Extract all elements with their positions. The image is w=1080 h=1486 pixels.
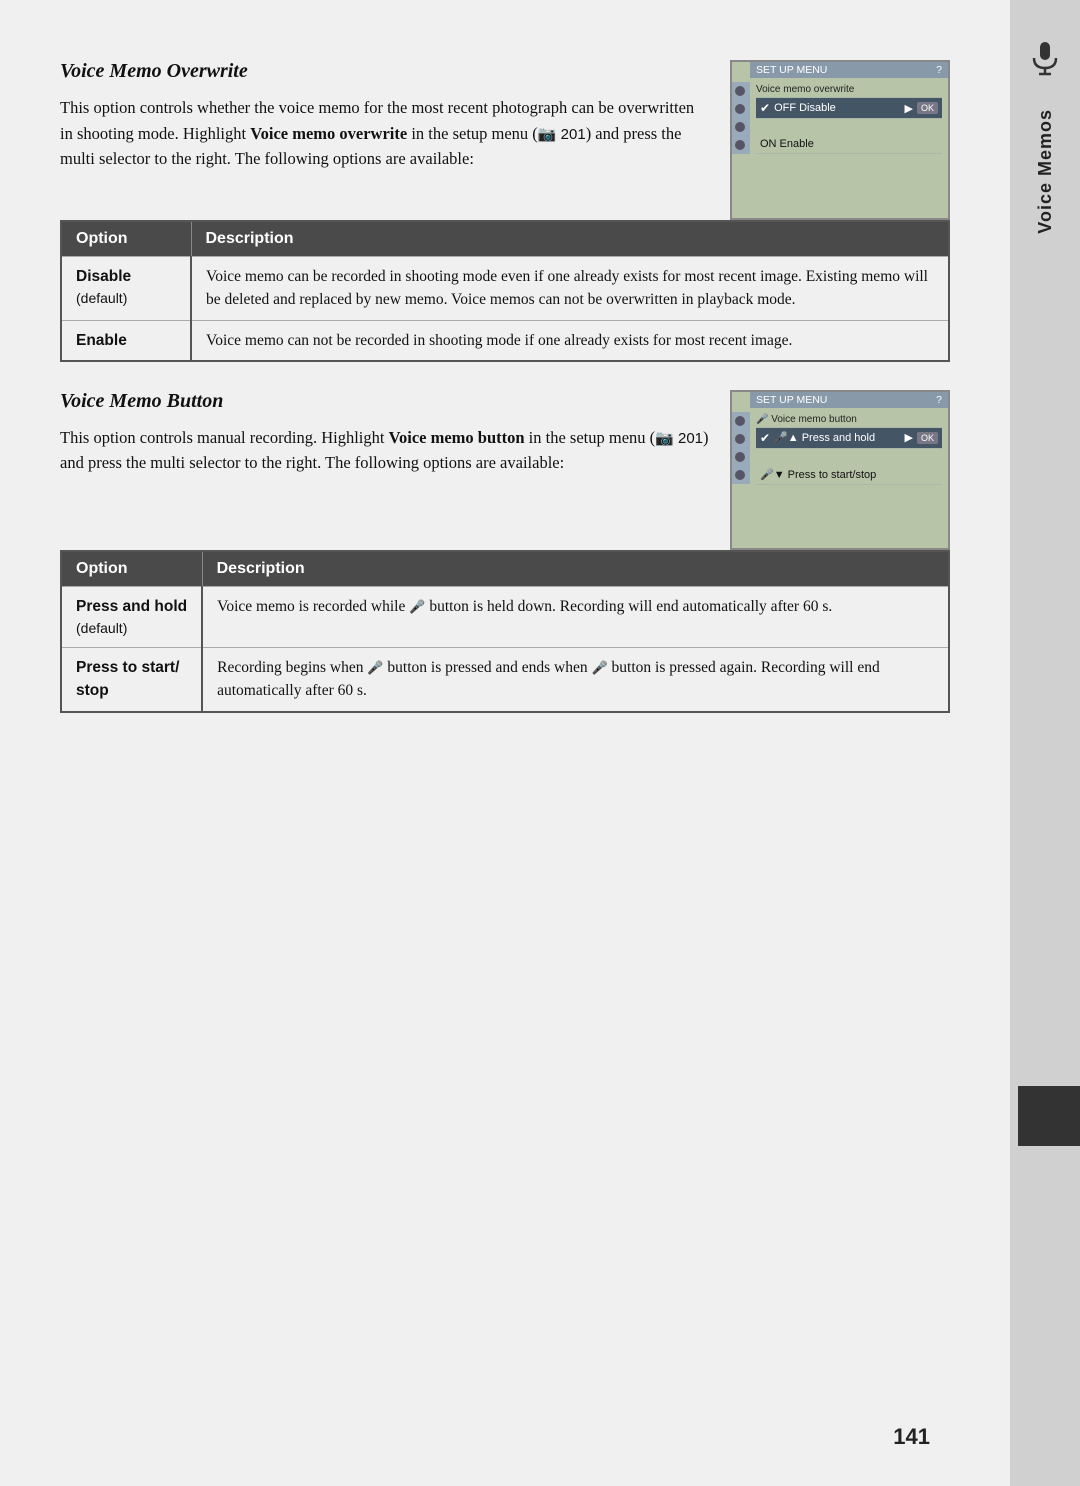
- section1-flex-row: Voice Memo Overwrite This option control…: [60, 60, 950, 220]
- section1-ref: 📷 201: [538, 126, 586, 143]
- table1-row1-sub: (default): [76, 288, 176, 309]
- lcd1-row1: ✔ OFF Disable ▶ OK: [756, 98, 942, 119]
- table1-row2-desc: Voice memo can not be recorded in shooti…: [191, 320, 949, 361]
- table1-row1-option-label: Disable: [76, 268, 131, 285]
- lcd1-spacer: [756, 119, 942, 135]
- table2-row1-desc: Voice memo is recorded while 🎤 button is…: [202, 586, 949, 647]
- lcd1-subtitle: Voice memo overwrite: [756, 82, 942, 98]
- lcd-screen-2: SET UP MENU ? 🎤 Voice memo button ✔ 🎤▲ P…: [730, 390, 950, 550]
- table1-col2-header: Description: [191, 221, 949, 257]
- section1-bold: Voice memo over­write: [250, 124, 407, 143]
- table2-col1-header: Option: [61, 551, 202, 587]
- table1-col1-header: Option: [61, 221, 191, 257]
- table2-row2-option-label: Press to start/stop: [76, 659, 179, 699]
- lcd-icons-left-1: [732, 82, 750, 154]
- section-voice-memo-overwrite: Voice Memo Overwrite This option control…: [60, 60, 950, 362]
- table1-row1-desc: Voice memo can be recorded in shooting m…: [191, 257, 949, 321]
- section1-title: Voice Memo Overwrite: [60, 60, 710, 83]
- lcd1-title-bar: SET UP MENU ?: [750, 62, 948, 78]
- section2-body: This option controls manual recording. H…: [60, 425, 710, 476]
- table2-row1-sub: (default): [76, 618, 187, 639]
- section2-body-text1: This option controls manual recording. H…: [60, 428, 389, 447]
- lcd2-help: ?: [936, 394, 942, 406]
- lcd2-ok: OK: [917, 432, 938, 444]
- lcd1-title: SET UP MENU: [756, 64, 827, 76]
- table2-head: Option Description: [61, 551, 949, 587]
- section2-flex-row: Voice Memo Button This option controls m…: [60, 390, 950, 550]
- table2-row2-option: Press to start/stop: [61, 648, 202, 712]
- table2-row1-option: Press and hold (default): [61, 586, 202, 647]
- table2-row2: Press to start/stop Recording begins whe…: [61, 648, 949, 712]
- microphone-icon: [1027, 40, 1063, 76]
- icon-dot-2: [735, 104, 745, 114]
- lcd2-body: 🎤 Voice memo button ✔ 🎤▲ Press and hold …: [750, 408, 948, 489]
- table2-body: Press and hold (default) Voice memo is r…: [61, 586, 949, 711]
- right-tab: Voice Memos: [1010, 0, 1080, 1486]
- table1-row1-option: Disable (default): [61, 257, 191, 321]
- section2-ref: 📷 201: [655, 430, 703, 447]
- icon-dot-4: [735, 140, 745, 150]
- section2-screen: SET UP MENU ? 🎤 Voice memo button ✔ 🎤▲ P…: [730, 390, 950, 550]
- page-number: 141: [893, 1424, 930, 1450]
- table-1: Option Description Disable (default) Voi…: [60, 220, 950, 362]
- lcd2-title-bar: SET UP MENU ?: [750, 392, 948, 408]
- lcd2-row2: 🎤▼ Press to start/stop: [756, 465, 942, 485]
- table1-row1: Disable (default) Voice memo can be reco…: [61, 257, 949, 321]
- lcd-screen-1: SET UP MENU ? Voice memo overwrite ✔ OFF…: [730, 60, 950, 220]
- lcd1-ok: OK: [917, 102, 938, 114]
- section2-title: Voice Memo Button: [60, 390, 710, 413]
- section1-body: This option controls whether the voice m…: [60, 95, 710, 172]
- table2-head-row: Option Description: [61, 551, 949, 587]
- section1-text: Voice Memo Overwrite This option control…: [60, 60, 710, 186]
- table-2: Option Description Press and hold (defau…: [60, 550, 950, 713]
- icon-dot-1: [735, 86, 745, 96]
- icon-dot-3: [735, 122, 745, 132]
- mic-icon-inline-2: 🎤: [367, 660, 383, 675]
- table1-row2: Enable Voice memo can not be recorded in…: [61, 320, 949, 361]
- mic-tab-icon: [1027, 40, 1063, 89]
- lcd-icons-left-2: [732, 412, 750, 484]
- mic-icon-inline-3: 🎤: [591, 660, 607, 675]
- icon-dot-8: [735, 470, 745, 480]
- lcd1-row1-label: OFF Disable: [774, 102, 836, 114]
- table2-row1: Press and hold (default) Voice memo is r…: [61, 586, 949, 647]
- lcd2-spacer: [756, 449, 942, 465]
- mic-icon-inline-1: 🎤: [409, 599, 425, 614]
- lcd2-row1-label: 🎤▲ Press and hold: [774, 431, 875, 444]
- lcd1-help: ?: [936, 64, 942, 76]
- lcd1-body: Voice memo overwrite ✔ OFF Disable ▶ OK …: [750, 78, 948, 158]
- icon-dot-6: [735, 434, 745, 444]
- lcd2-check: ✔: [760, 431, 770, 445]
- lcd1-row2: ON Enable: [756, 135, 942, 154]
- table2-col2-header: Description: [202, 551, 949, 587]
- section-voice-memo-button: Voice Memo Button This option controls m…: [60, 390, 950, 713]
- lcd1-arrow: ▶: [905, 102, 913, 115]
- lcd2-subtitle: 🎤 Voice memo button: [756, 412, 942, 428]
- lcd2-arrow: ▶: [905, 431, 913, 444]
- table2-row1-option-label: Press and hold: [76, 598, 187, 615]
- section1-body-text2: in the setup menu (: [407, 124, 538, 143]
- table1-head-row: Option Description: [61, 221, 949, 257]
- table1-row2-option-label: Enable: [76, 332, 127, 349]
- lcd2-title: SET UP MENU: [756, 394, 827, 406]
- tab-label-voice-memos: Voice Memos: [1035, 109, 1056, 234]
- icon-dot-5: [735, 416, 745, 426]
- icon-dot-7: [735, 452, 745, 462]
- section2-bold: Voice memo button: [389, 428, 525, 447]
- table1-row2-option: Enable: [61, 320, 191, 361]
- page-container: Voice Memo Overwrite This option control…: [0, 0, 1010, 1486]
- section2-text: Voice Memo Button This option controls m…: [60, 390, 710, 490]
- lcd1-row2-label: ON Enable: [760, 138, 814, 150]
- section2-body-text2: in the setup menu (: [525, 428, 656, 447]
- table1-body: Disable (default) Voice memo can be reco…: [61, 257, 949, 361]
- section1-screen: SET UP MENU ? Voice memo overwrite ✔ OFF…: [730, 60, 950, 220]
- lcd2-row1: ✔ 🎤▲ Press and hold ▶ OK: [756, 428, 942, 449]
- table1-head: Option Description: [61, 221, 949, 257]
- lcd2-row2-label: 🎤▼ Press to start/stop: [760, 468, 876, 481]
- table2-row2-desc: Recording begins when 🎤 button is presse…: [202, 648, 949, 712]
- dark-tab-marker: [1018, 1086, 1080, 1146]
- lcd1-check: ✔: [760, 101, 770, 115]
